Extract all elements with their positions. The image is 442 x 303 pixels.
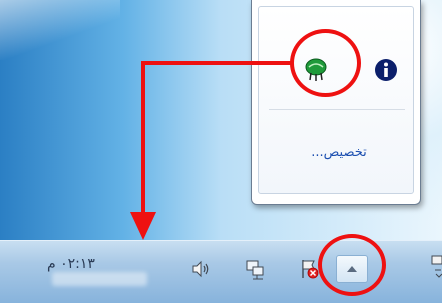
annotation-arrow — [130, 61, 292, 240]
